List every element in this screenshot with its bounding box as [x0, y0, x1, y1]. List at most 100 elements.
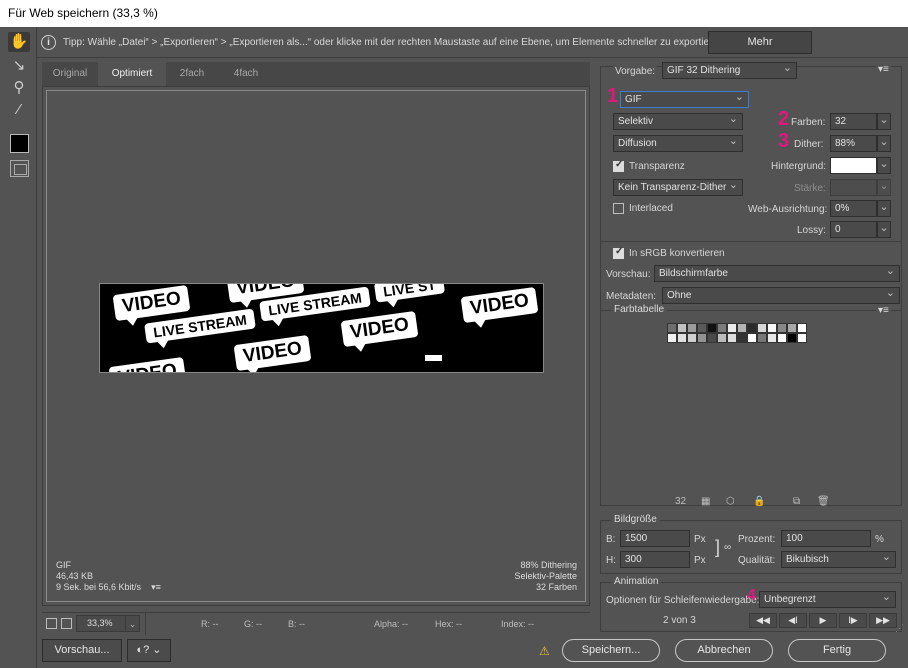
quality-label: Qualität: [738, 555, 776, 566]
color-table-menu-icon[interactable]: ▾≡ [876, 305, 891, 316]
tab-4up[interactable]: 4fach [218, 62, 274, 86]
color-swatch[interactable] [687, 333, 697, 343]
new-color-icon[interactable]: ⧉ [793, 496, 800, 507]
eyedropper-tool-icon[interactable]: ⁄ [8, 100, 30, 120]
metadata-select[interactable]: Ohne [662, 287, 900, 304]
color-swatch[interactable] [697, 333, 707, 343]
srgb-checkbox[interactable] [613, 246, 624, 259]
toggle-original-checkbox[interactable] [46, 618, 57, 629]
settings-menu-icon[interactable]: ▾≡ [876, 64, 891, 75]
zoom-dropdown-icon[interactable]: ⌄ [125, 615, 140, 632]
color-swatch[interactable] [717, 323, 727, 333]
color-swatch[interactable] [717, 333, 727, 343]
color-swatch[interactable] [777, 323, 787, 333]
color-swatch[interactable] [687, 323, 697, 333]
color-swatch[interactable] [767, 323, 777, 333]
color-swatch[interactable] [777, 333, 787, 343]
eyedropper-color-swatch[interactable] [10, 134, 29, 153]
color-swatch[interactable] [667, 323, 677, 333]
matte-label: Hintergrund: [771, 161, 827, 172]
color-reduction-select[interactable]: Selektiv [613, 113, 743, 130]
web-snap-dropdown-icon[interactable]: ⌄ [877, 200, 891, 217]
color-swatch[interactable] [727, 333, 737, 343]
color-swatch[interactable] [677, 333, 687, 343]
save-button[interactable]: Speichern... [562, 639, 660, 662]
trash-icon[interactable]: 🗑 [817, 496, 830, 507]
color-swatch[interactable] [787, 323, 797, 333]
toggle-info-icon[interactable] [61, 618, 72, 629]
lossy-dropdown-icon[interactable]: ⌄ [877, 221, 891, 238]
color-swatch[interactable] [747, 323, 757, 333]
tab-optimized[interactable]: Optimiert [98, 62, 166, 86]
color-swatch[interactable] [707, 333, 717, 343]
optimized-pane[interactable]: VIDEO LIVE STREAM LIVE STREAM VIDEO VIDE… [46, 90, 586, 602]
play-button[interactable]: ▶ [809, 613, 837, 628]
color-table-swatches[interactable] [667, 323, 807, 343]
color-swatch[interactable] [757, 333, 767, 343]
tab-2up[interactable]: 2fach [166, 62, 218, 86]
transparency-checkbox[interactable] [613, 159, 624, 172]
color-swatch[interactable] [767, 333, 777, 343]
preset-select[interactable]: GIF 32 Dithering [662, 62, 797, 79]
color-swatch[interactable] [737, 333, 747, 343]
transparency-dither-select[interactable]: Kein Transparenz-Dither [613, 179, 743, 196]
interlaced-checkbox[interactable] [613, 203, 624, 214]
amount-field[interactable] [830, 179, 877, 196]
dither-field[interactable]: 88% [830, 135, 877, 152]
browser-select-button[interactable]: ◐? ⌄ [127, 639, 171, 662]
preview-image[interactable]: VIDEO LIVE STREAM LIVE STREAM VIDEO VIDE… [99, 283, 544, 373]
cancel-button[interactable]: Abbrechen [675, 639, 773, 662]
format-select[interactable]: GIF [620, 91, 749, 108]
dither-algorithm-select[interactable]: Diffusion [613, 135, 743, 152]
color-swatch[interactable] [797, 323, 807, 333]
download-speed-menu-icon[interactable]: ▾≡ [151, 582, 161, 592]
lossy-label: Lossy: [797, 225, 826, 236]
more-button[interactable]: Mehr [708, 31, 812, 54]
first-frame-button[interactable]: ◀◀ [749, 613, 777, 628]
color-swatch[interactable] [697, 323, 707, 333]
lossy-field[interactable]: 0 [830, 221, 877, 238]
tab-original[interactable]: Original [42, 62, 98, 86]
web-shift-icon[interactable]: ▦ [701, 496, 710, 507]
link-icon[interactable]: ∞ [724, 542, 731, 553]
done-button[interactable]: Fertig [788, 639, 886, 662]
color-swatch[interactable] [747, 333, 757, 343]
readout-alpha: Alpha: -- [374, 619, 409, 629]
matte-color-swatch[interactable] [830, 157, 877, 174]
preview-area[interactable]: VIDEO LIVE STREAM LIVE STREAM VIDEO VIDE… [42, 86, 590, 606]
toggle-slices-icon[interactable] [10, 160, 29, 177]
color-swatch[interactable] [677, 323, 687, 333]
cube-icon[interactable]: ⬡ [726, 496, 735, 507]
color-swatch[interactable] [737, 323, 747, 333]
color-swatch[interactable] [667, 333, 677, 343]
amount-dropdown-icon[interactable]: ⌄ [877, 179, 891, 196]
quality-select[interactable]: Bikubisch [781, 551, 896, 568]
last-frame-button[interactable]: ▶▶ [869, 613, 897, 628]
matte-dropdown-icon[interactable]: ⌄ [877, 157, 891, 174]
web-snap-field[interactable]: 0% [830, 200, 877, 217]
percent-field[interactable]: 100 [781, 530, 871, 547]
color-swatch[interactable] [787, 333, 797, 343]
color-swatch[interactable] [757, 323, 767, 333]
lock-icon[interactable]: 🔒 [753, 496, 765, 507]
colors-dropdown-icon[interactable]: ⌄ [877, 113, 891, 130]
slice-select-tool-icon[interactable]: ↘ [8, 56, 30, 76]
color-swatch[interactable] [797, 333, 807, 343]
previous-frame-button[interactable]: ◀I [779, 613, 807, 628]
width-field[interactable]: 1500 [620, 530, 690, 547]
hand-tool-icon[interactable]: ✋ [8, 32, 30, 52]
colors-field[interactable]: 32 [830, 113, 877, 130]
color-swatch[interactable] [727, 323, 737, 333]
resize-grip-icon[interactable]: ⋰ [895, 623, 904, 634]
loop-options-select[interactable]: Unbegrenzt [759, 591, 896, 608]
color-swatch[interactable] [707, 323, 717, 333]
preview-in-browser-button[interactable]: Vorschau... [42, 639, 122, 662]
height-field[interactable]: 300 [620, 551, 690, 568]
marker-4: 4 [747, 587, 756, 604]
dither-label: Dither: [794, 139, 824, 150]
next-frame-button[interactable]: I▶ [839, 613, 867, 628]
zoom-tool-icon[interactable]: ⚲ [8, 78, 30, 98]
frame-counter: 2 von 3 [663, 615, 696, 626]
preview-mode-select[interactable]: Bildschirmfarbe [654, 265, 900, 282]
dither-dropdown-icon[interactable]: ⌄ [877, 135, 891, 152]
